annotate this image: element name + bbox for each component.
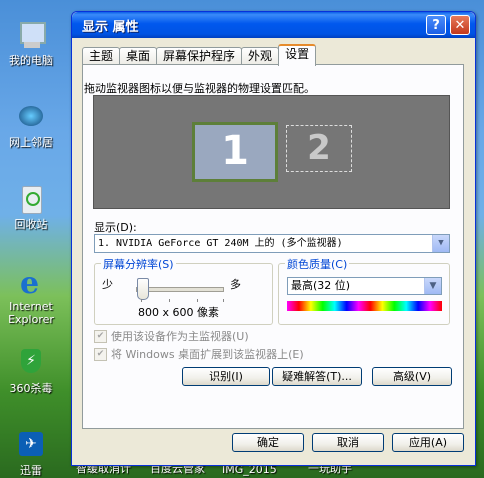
network-places-shortcut[interactable]: 网上邻居: [2, 100, 60, 149]
color-quality-value: 最高(32 位): [291, 279, 351, 292]
primary-monitor-checkbox[interactable]: ✔ 使用该设备作为主监视器(U): [94, 328, 249, 344]
icon-label: 回收站: [14, 218, 48, 231]
slider-tick: [169, 299, 170, 302]
tab-themes[interactable]: 主题: [82, 47, 121, 65]
monitor-2[interactable]: 2: [286, 125, 352, 172]
slider-more-label: 多: [230, 278, 241, 291]
close-button[interactable]: ✕: [450, 15, 470, 35]
slider-less-label: 少: [102, 278, 113, 291]
color-quality-select[interactable]: 最高(32 位) ▼: [287, 277, 442, 295]
window-title: 显示 属性: [82, 19, 139, 35]
tab-settings[interactable]: 设置: [278, 44, 317, 66]
tab-screensaver[interactable]: 屏幕保护程序: [156, 47, 243, 65]
advanced-button[interactable]: 高级(V): [372, 367, 452, 386]
apply-button[interactable]: 应用(A): [392, 433, 464, 452]
thunder-icon: ✈: [14, 428, 48, 462]
display-label: 显示(D):: [94, 221, 137, 234]
my-computer-icon: [14, 18, 48, 52]
slider-tick: [141, 299, 142, 302]
identify-button[interactable]: 识别(I): [182, 367, 270, 386]
display-value: 1. NVIDIA GeForce GT 240M 上的 (多个监视器): [98, 238, 343, 249]
recycle-bin-icon: [14, 182, 48, 216]
monitor-arrangement: 1 2: [93, 95, 450, 209]
chevron-down-icon[interactable]: ▼: [432, 235, 449, 252]
resolution-label: 屏幕分辨率(S): [101, 256, 176, 272]
recycle-bin-shortcut[interactable]: 回收站: [2, 182, 60, 231]
help-button[interactable]: ?: [426, 15, 446, 35]
resolution-slider-thumb[interactable]: [137, 278, 149, 300]
instruction-text: 拖动监视器图标以便与监视器的物理设置匹配。: [84, 82, 315, 95]
chevron-down-icon[interactable]: ▼: [424, 278, 441, 294]
ok-button[interactable]: 确定: [232, 433, 304, 452]
troubleshoot-button[interactable]: 疑难解答(T)...: [272, 367, 362, 386]
title-bar[interactable]: 显示 属性: [72, 12, 475, 38]
icon-label: 360杀毒: [9, 382, 53, 395]
internet-explorer-shortcut[interactable]: e Internet Explorer: [2, 264, 60, 326]
color-spectrum-bar: [287, 301, 442, 311]
network-places-icon: [14, 100, 48, 134]
icon-label: 网上邻居: [9, 136, 53, 149]
slider-tick: [223, 299, 224, 302]
color-quality-label: 颜色质量(C): [285, 256, 350, 272]
checkmark-icon: ✔: [94, 329, 107, 343]
checkbox-label: 将 Windows 桌面扩展到该监视器上(E): [111, 348, 304, 361]
slider-tick: [197, 299, 198, 302]
tab-desktop[interactable]: 桌面: [119, 47, 158, 65]
360-antivirus-shortcut[interactable]: ⚡ 360杀毒: [2, 346, 60, 395]
my-computer-shortcut[interactable]: 我的电脑: [2, 18, 60, 67]
checkmark-icon: ✔: [94, 347, 107, 361]
tab-appearance[interactable]: 外观: [241, 47, 280, 65]
resolution-value: 800 x 600 像素: [138, 306, 219, 319]
icon-label: 迅雷: [20, 464, 42, 477]
extend-desktop-checkbox[interactable]: ✔ 将 Windows 桌面扩展到该监视器上(E): [94, 346, 304, 362]
internet-explorer-icon: e: [20, 266, 40, 301]
checkbox-label: 使用该设备作为主监视器(U): [111, 330, 249, 343]
resolution-slider-track[interactable]: [136, 287, 224, 292]
360-antivirus-icon: ⚡: [14, 346, 48, 380]
monitor-1[interactable]: 1: [192, 122, 278, 182]
display-properties-window: 显示 属性 ? ✕ 主题 桌面 屏幕保护程序 外观 设置 拖动监视器图标以便与监…: [71, 11, 476, 466]
icon-label: 我的电脑: [9, 54, 53, 67]
display-select[interactable]: 1. NVIDIA GeForce GT 240M 上的 (多个监视器) ▼: [94, 234, 450, 253]
icon-label: Internet Explorer: [8, 300, 54, 326]
tab-strip: 主题 桌面 屏幕保护程序 外观 设置: [82, 44, 317, 66]
thunder-shortcut[interactable]: ✈ 迅雷: [2, 428, 60, 477]
cancel-button[interactable]: 取消: [312, 433, 384, 452]
